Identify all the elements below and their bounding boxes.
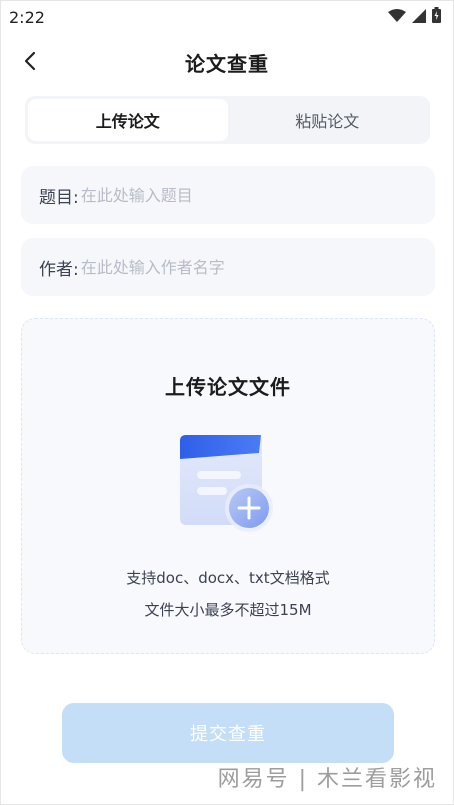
status-bar: 2:22 [1, 1, 453, 33]
submit-check-button[interactable]: 提交查重 [62, 703, 394, 763]
status-time: 2:22 [9, 7, 45, 27]
author-input[interactable] [80, 257, 381, 277]
battery-icon [432, 7, 441, 27]
status-icons [388, 7, 441, 27]
upload-format-hint: 支持doc、docx、txt文档格式 [126, 569, 330, 587]
back-button[interactable] [15, 49, 45, 77]
watermark: 网易号 | 木兰看影视 [217, 767, 437, 792]
title-label: 题目: [39, 187, 79, 208]
upload-size-hint: 文件大小最多不超过15M [144, 601, 312, 619]
page-title: 论文查重 [185, 51, 269, 76]
chevron-left-icon [23, 51, 37, 75]
tab-bar: 上传论文 粘贴论文 [25, 96, 430, 144]
upload-title: 上传论文文件 [165, 375, 291, 399]
author-field: 作者: [21, 238, 435, 296]
nav-bar: 论文查重 [1, 41, 453, 83]
wifi-icon [388, 8, 406, 27]
signal-icon [412, 8, 426, 27]
tab-upload-paper[interactable]: 上传论文 [28, 99, 228, 141]
file-add-icon[interactable] [177, 429, 287, 539]
author-label: 作者: [39, 259, 79, 280]
title-input[interactable] [80, 185, 381, 205]
title-field: 题目: [21, 166, 435, 224]
upload-area[interactable]: 上传论文文件 支持doc、docx、txt文档格式 文件大小最多不超过15M [21, 318, 435, 654]
tab-paste-paper[interactable]: 粘贴论文 [228, 99, 428, 141]
